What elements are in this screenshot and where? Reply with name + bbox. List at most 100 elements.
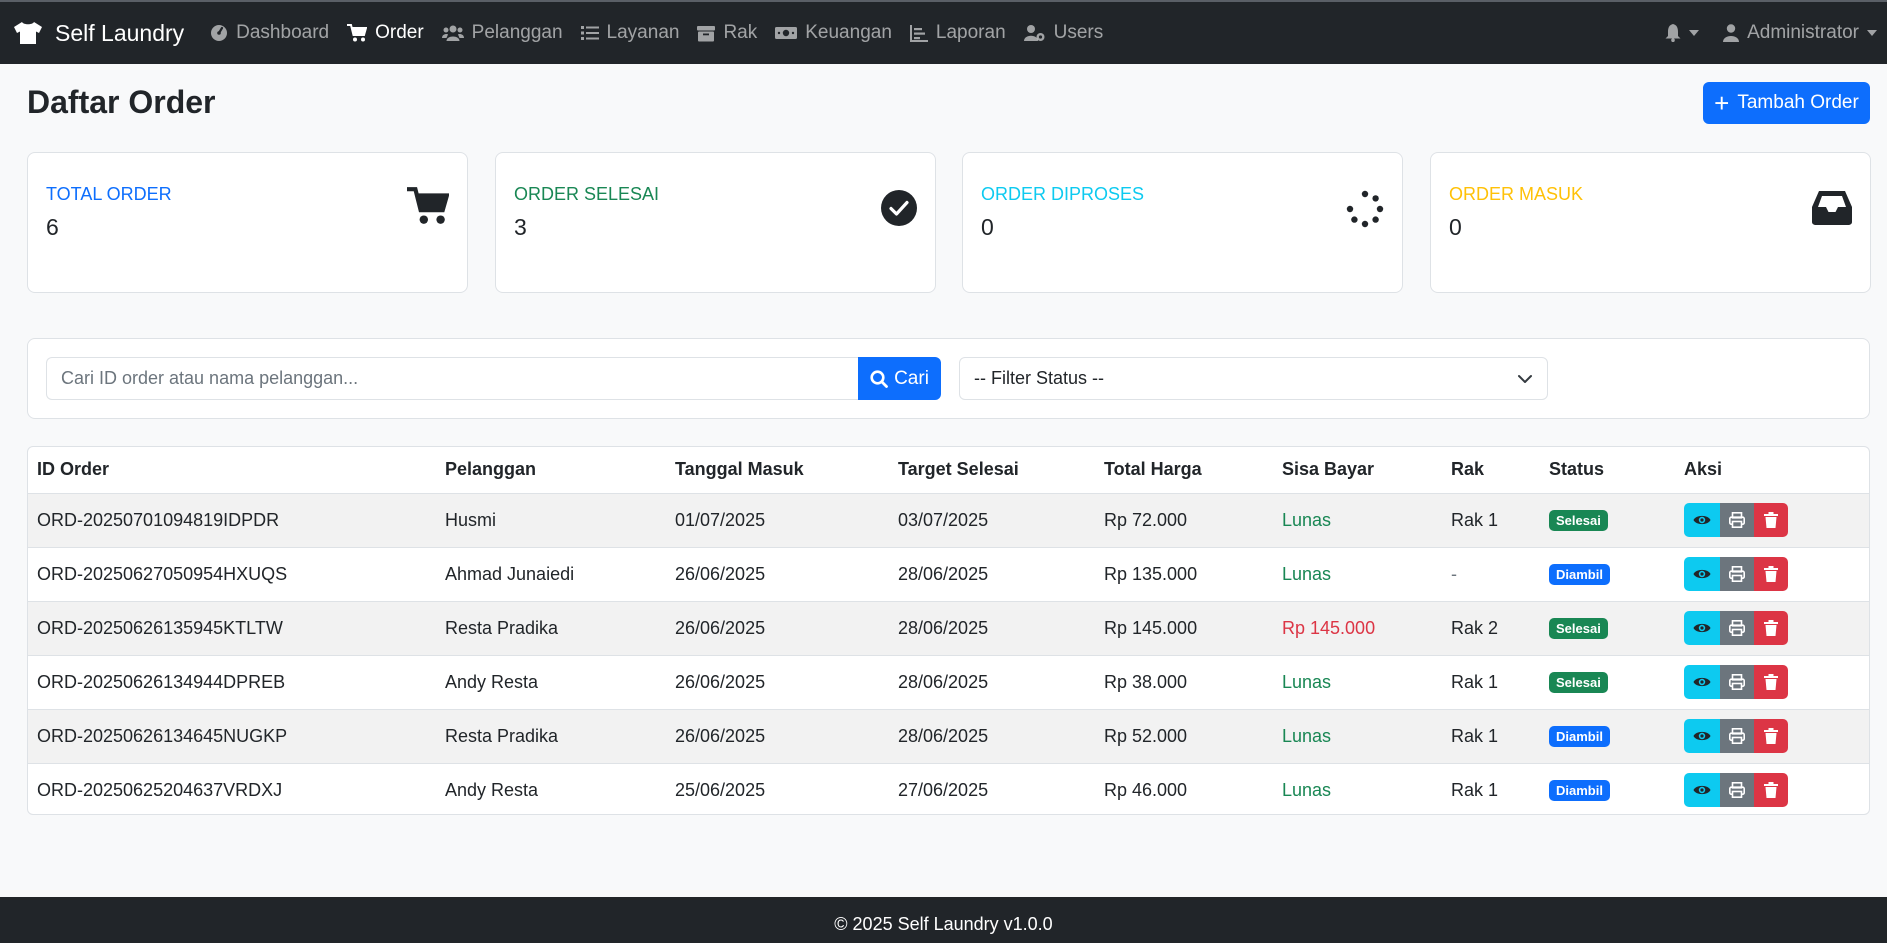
status-badge: Diambil bbox=[1549, 780, 1610, 802]
column-header: Rak bbox=[1442, 447, 1540, 494]
delete-button[interactable] bbox=[1754, 557, 1788, 591]
view-button[interactable] bbox=[1684, 557, 1720, 591]
nav-label: Dashboard bbox=[236, 22, 330, 43]
stat-card-order-masuk: ORDER MASUK 0 bbox=[1430, 152, 1871, 293]
eye-icon bbox=[1693, 569, 1711, 579]
delete-button[interactable] bbox=[1754, 665, 1788, 699]
inbox-icon bbox=[1812, 191, 1852, 225]
stat-label: ORDER MASUK bbox=[1449, 184, 1584, 204]
column-header: Sisa Bayar bbox=[1273, 447, 1442, 494]
cell-remaining-payment: Lunas bbox=[1282, 779, 1332, 800]
delete-button[interactable] bbox=[1754, 503, 1788, 537]
view-button[interactable] bbox=[1684, 773, 1720, 808]
nav-label: Laporan bbox=[935, 22, 1006, 43]
search-button[interactable]: Cari bbox=[858, 357, 941, 400]
nav-right: Administrator bbox=[1665, 2, 1877, 64]
printer-icon bbox=[1729, 728, 1745, 744]
search-button-label: Cari bbox=[894, 367, 929, 389]
cell-actions bbox=[1675, 547, 1869, 602]
action-group bbox=[1684, 611, 1869, 645]
printer-icon bbox=[1729, 620, 1745, 636]
user-dropdown[interactable]: Administrator bbox=[1723, 22, 1877, 44]
status-badge: Selesai bbox=[1549, 618, 1608, 639]
cell-customer: Andy Resta bbox=[436, 655, 666, 710]
cell-date-in: 26/06/2025 bbox=[666, 601, 889, 656]
print-button[interactable] bbox=[1720, 557, 1754, 591]
cell-date-in: 26/06/2025 bbox=[666, 547, 889, 602]
view-button[interactable] bbox=[1684, 665, 1720, 699]
cell-customer: Resta Pradika bbox=[436, 709, 666, 764]
view-button[interactable] bbox=[1684, 503, 1720, 537]
delete-button[interactable] bbox=[1754, 611, 1788, 645]
cell-target-date: 28/06/2025 bbox=[889, 601, 1095, 656]
cell-customer: Husmi bbox=[436, 493, 666, 548]
nav-item-dashboard[interactable]: Dashboard bbox=[210, 22, 329, 44]
gauge-icon bbox=[211, 25, 228, 41]
navbar: Self Laundry Dashboard Order Pelanggan L… bbox=[0, 0, 1887, 64]
delete-button[interactable] bbox=[1754, 719, 1788, 753]
trash-icon bbox=[1764, 620, 1778, 636]
cell-remaining-payment: Lunas bbox=[1273, 547, 1442, 602]
users-cog-icon bbox=[1023, 25, 1045, 41]
cell-target-date: 28/06/2025 bbox=[889, 547, 1095, 602]
print-button[interactable] bbox=[1720, 719, 1754, 753]
print-button[interactable] bbox=[1720, 773, 1754, 808]
footer-text: © 2025 Self Laundry v1.0.0 bbox=[834, 913, 1053, 934]
status-filter-select[interactable]: -- Filter Status -- bbox=[959, 357, 1548, 400]
status-badge: Selesai bbox=[1549, 510, 1608, 531]
view-button[interactable] bbox=[1684, 719, 1720, 753]
spinner-icon bbox=[1346, 190, 1384, 228]
cell-rack: Rak 2 bbox=[1442, 601, 1540, 656]
add-order-label: Tambah Order bbox=[1737, 92, 1859, 113]
nav-item-rak[interactable]: Rak bbox=[697, 22, 757, 44]
printer-icon bbox=[1729, 566, 1745, 582]
printer-icon bbox=[1729, 512, 1745, 528]
cell-remaining-payment: Rp 145.000 bbox=[1273, 601, 1442, 656]
brand[interactable]: Self Laundry bbox=[13, 20, 184, 47]
action-group bbox=[1684, 773, 1869, 808]
cell-actions bbox=[1675, 493, 1869, 548]
chevron-down-icon bbox=[1518, 375, 1532, 383]
cell-actions bbox=[1675, 763, 1869, 814]
cell-rack: Rak 1 bbox=[1442, 493, 1540, 548]
delete-button[interactable] bbox=[1754, 773, 1788, 808]
print-button[interactable] bbox=[1720, 503, 1754, 537]
cell-total-price: Rp 145.000 bbox=[1095, 601, 1273, 656]
table-row: ORD-20250626134645NUGKP Resta Pradika 26/0… bbox=[28, 709, 1869, 764]
column-header: ID Order bbox=[28, 447, 436, 494]
tshirt-icon bbox=[14, 22, 42, 44]
view-button[interactable] bbox=[1684, 611, 1720, 645]
nav-item-laporan[interactable]: Laporan bbox=[909, 22, 1006, 44]
cell-order-id: ORD-20250626134944DPREB bbox=[28, 655, 436, 710]
notification-dropdown[interactable] bbox=[1665, 24, 1700, 42]
table-row: ORD-20250626135945KTLTW Resta Pradika 26/0… bbox=[28, 601, 1869, 656]
add-order-button[interactable]: + Tambah Order bbox=[1703, 82, 1870, 124]
print-button[interactable] bbox=[1720, 611, 1754, 645]
nav-item-order[interactable]: Order bbox=[347, 22, 424, 44]
trash-icon bbox=[1764, 728, 1778, 744]
nav-item-pelanggan[interactable]: Pelanggan bbox=[441, 22, 563, 44]
print-button[interactable] bbox=[1720, 665, 1754, 699]
nav-menu: Dashboard Order Pelanggan Layanan Rak Ke… bbox=[210, 22, 1121, 44]
status-badge: Diambil bbox=[1549, 564, 1610, 585]
nav-item-keuangan[interactable]: Keuangan bbox=[775, 22, 892, 44]
page-title: Daftar Order bbox=[27, 84, 216, 120]
column-header: Aksi bbox=[1675, 447, 1869, 494]
nav-item-layanan[interactable]: Layanan bbox=[580, 22, 679, 44]
cell-target-date: 03/07/2025 bbox=[889, 493, 1095, 548]
cell-total-price: Rp 52.000 bbox=[1095, 709, 1273, 764]
stat-value: 0 bbox=[981, 214, 994, 240]
cell-remaining-payment: Lunas bbox=[1273, 493, 1442, 548]
search-input[interactable] bbox=[46, 357, 858, 400]
cell-actions bbox=[1675, 709, 1869, 764]
search-icon bbox=[870, 369, 888, 388]
nav-label: Order bbox=[375, 22, 424, 43]
cell-status: Diambil bbox=[1540, 547, 1675, 602]
archive-icon bbox=[697, 25, 716, 41]
nav-item-users[interactable]: Users bbox=[1023, 22, 1104, 44]
nav-label: Users bbox=[1053, 22, 1104, 43]
footer: © 2025 Self Laundry v1.0.0 bbox=[0, 897, 1887, 943]
cell-actions bbox=[1675, 655, 1869, 710]
cell-target-date: 28/06/2025 bbox=[889, 655, 1095, 710]
eye-icon bbox=[1693, 515, 1711, 525]
